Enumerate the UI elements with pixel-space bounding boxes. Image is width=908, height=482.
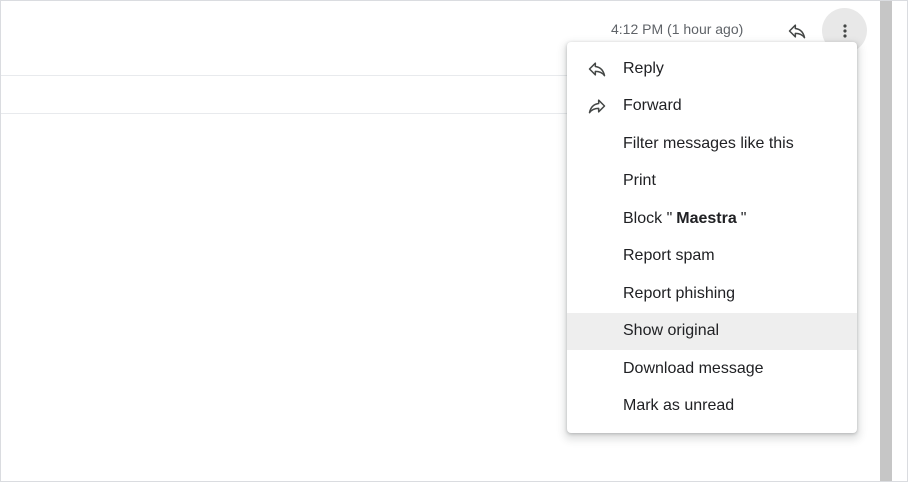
menu-item-show-original[interactable]: Show original <box>567 312 857 350</box>
forward-icon <box>587 96 607 116</box>
menu-item-label: Show original <box>623 322 720 340</box>
menu-item-label: Reply <box>623 59 664 77</box>
menu-item-label: Mark as unread <box>623 397 735 415</box>
menu-item-block-sender[interactable]: Block " Maestra " <box>567 200 857 238</box>
blocked-sender-name: Maestra <box>676 209 737 227</box>
email-view: 4:12 PM (1 hour ago) Reply Forward Filte… <box>0 0 908 482</box>
block-label-prefix: Block " <box>623 209 673 227</box>
menu-item-label: Report spam <box>623 247 715 265</box>
header-divider <box>1 75 567 76</box>
menu-item-forward[interactable]: Forward <box>567 88 857 126</box>
menu-item-print[interactable]: Print <box>567 163 857 201</box>
menu-item-reply[interactable]: Reply <box>567 50 857 88</box>
content-divider <box>1 113 567 114</box>
menu-item-label: Report phishing <box>623 284 736 302</box>
reply-icon <box>587 59 607 79</box>
menu-item-label: Filter messages like this <box>623 134 794 152</box>
more-vert-icon <box>842 23 847 38</box>
right-gutter <box>892 1 907 481</box>
menu-item-label: Forward <box>623 97 682 115</box>
reply-icon <box>788 24 806 39</box>
block-label-suffix: " <box>740 209 747 227</box>
menu-item-label: Download message <box>623 359 764 377</box>
menu-item-label: Print <box>623 172 656 190</box>
menu-item-report-phishing[interactable]: Report phishing <box>567 275 857 313</box>
menu-item-download-message[interactable]: Download message <box>567 350 857 388</box>
menu-item-filter-messages[interactable]: Filter messages like this <box>567 125 857 163</box>
menu-item-report-spam[interactable]: Report spam <box>567 238 857 276</box>
message-timestamp: 4:12 PM (1 hour ago) <box>611 21 744 37</box>
scrollbar-thumb[interactable] <box>880 1 892 481</box>
more-options-menu: Reply Forward Filter messages like this … <box>567 42 857 433</box>
menu-item-mark-unread[interactable]: Mark as unread <box>567 388 857 426</box>
